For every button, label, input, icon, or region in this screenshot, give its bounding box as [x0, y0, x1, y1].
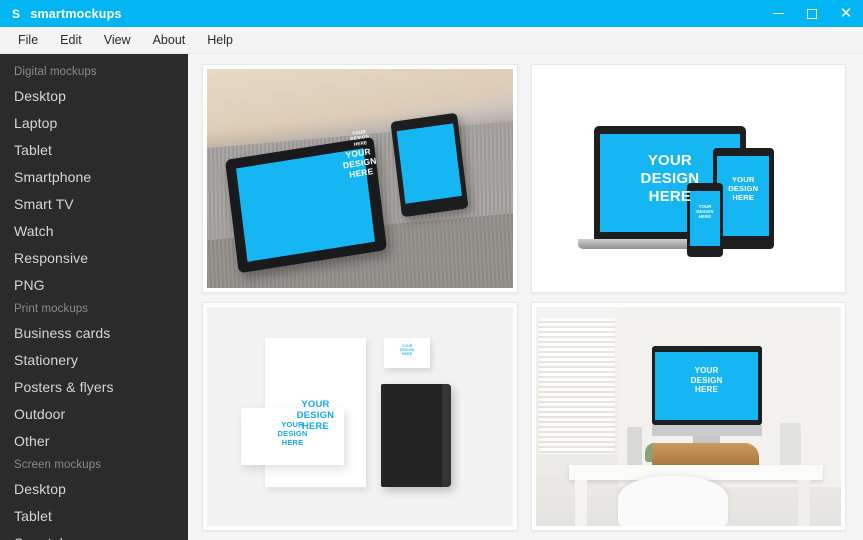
sidebar-item-watch[interactable]: Watch	[0, 218, 188, 245]
small-card-placeholder-text: YOUR DESIGN HERE	[399, 344, 415, 357]
blinds	[538, 317, 615, 454]
app-brand: S smartmockups	[0, 7, 122, 21]
minimize-icon	[772, 12, 784, 15]
mockup-thumbnail: YOUR DESIGN HERE	[535, 307, 841, 526]
maximize-icon	[807, 8, 817, 19]
sidebar-item-posters-flyers[interactable]: Posters & flyers	[0, 374, 188, 401]
sidebar-item-desktop[interactable]: Desktop	[0, 83, 188, 110]
sidebar-item-other[interactable]: Other	[0, 428, 188, 455]
minimize-button[interactable]	[761, 0, 795, 27]
mockup-card-imac-on-office-desk[interactable]: YOUR DESIGN HERE	[530, 302, 846, 531]
sidebar-item-screen-tablet[interactable]: Tablet	[0, 503, 188, 530]
sidebar-item-smart-tv[interactable]: Smart TV	[0, 191, 188, 218]
sidebar-item-screen-desktop[interactable]: Desktop	[0, 476, 188, 503]
mockup-card-responsive-laptop-tablet-phone[interactable]: YOUR DESIGN HERE YOUR DESIGN HERE YOUR D…	[530, 64, 846, 293]
speaker-right	[779, 423, 802, 470]
window-controls: ✕	[761, 0, 863, 27]
maximize-button[interactable]	[795, 0, 829, 27]
app-title: smartmockups	[30, 6, 122, 21]
mockup-card-tablet-and-phone-on-couch[interactable]: YOUR DESIGN HERE YOUR DESIGN HERE	[202, 64, 518, 293]
mockup-grid: YOUR DESIGN HERE YOUR DESIGN HERE YOUR D…	[202, 64, 846, 531]
desk-leg-right	[798, 480, 811, 526]
close-icon: ✕	[839, 5, 853, 22]
notebook-spine	[442, 383, 452, 487]
sidebar-item-png[interactable]: PNG	[0, 272, 188, 299]
imac-chin	[651, 425, 762, 437]
wooden-monitor-riser	[651, 442, 759, 467]
menu-bar: File Edit View About Help	[0, 27, 863, 54]
speaker-left	[627, 427, 643, 467]
sidebar-heading-screen-mockups: Screen mockups	[14, 459, 102, 471]
large-card-placeholder-text: YOUR DESIGN HERE	[277, 419, 308, 447]
logo-icon: S	[12, 6, 21, 21]
menu-item-help[interactable]: Help	[197, 29, 243, 51]
sidebar-item-tablet[interactable]: Tablet	[0, 137, 188, 164]
notebook	[381, 383, 452, 487]
sidebar-item-business-cards[interactable]: Business cards	[0, 320, 188, 347]
tablet-placeholder-text: YOUR DESIGN HERE	[728, 175, 759, 202]
sidebar-heading-digital-mockups: Digital mockups	[14, 66, 97, 78]
sidebar-item-stationery[interactable]: Stationery	[0, 347, 188, 374]
sidebar-heading-print-mockups: Print mockups	[14, 303, 89, 315]
window-with-blinds	[538, 317, 615, 454]
menu-item-file[interactable]: File	[8, 29, 48, 51]
chair	[617, 475, 728, 526]
app-body: Digital mockups Desktop Laptop Tablet Sm…	[0, 54, 863, 540]
desk-leg-left	[575, 480, 588, 526]
sidebar-item-responsive[interactable]: Responsive	[0, 245, 188, 272]
title-bar: S smartmockups ✕	[0, 0, 863, 27]
mockup-card-stationery-set[interactable]: YOUR DESIGN HERE YOUR DESIGN HERE YOUR D…	[202, 302, 518, 531]
sidebar-item-smartphone[interactable]: Smartphone	[0, 164, 188, 191]
mockup-thumbnail: YOUR DESIGN HERE YOUR DESIGN HERE	[207, 69, 513, 288]
mockup-gallery: YOUR DESIGN HERE YOUR DESIGN HERE YOUR D…	[188, 54, 863, 540]
sidebar-item-screen-smartphone[interactable]: Smartphone	[0, 530, 188, 540]
menu-item-edit[interactable]: Edit	[50, 29, 92, 51]
mockup-thumbnail: YOUR DESIGN HERE YOUR DESIGN HERE YOUR D…	[535, 69, 841, 288]
sidebar-item-outdoor[interactable]: Outdoor	[0, 401, 188, 428]
close-button[interactable]: ✕	[829, 0, 863, 27]
sidebar-item-laptop[interactable]: Laptop	[0, 110, 188, 137]
menu-item-about[interactable]: About	[143, 29, 196, 51]
mockup-thumbnail: YOUR DESIGN HERE YOUR DESIGN HERE YOUR D…	[207, 307, 513, 526]
imac-placeholder-text: YOUR DESIGN HERE	[690, 366, 723, 394]
phone-placeholder-text: YOUR DESIGN HERE	[696, 203, 714, 219]
menu-item-view[interactable]: View	[94, 29, 141, 51]
sidebar: Digital mockups Desktop Laptop Tablet Sm…	[0, 54, 188, 540]
